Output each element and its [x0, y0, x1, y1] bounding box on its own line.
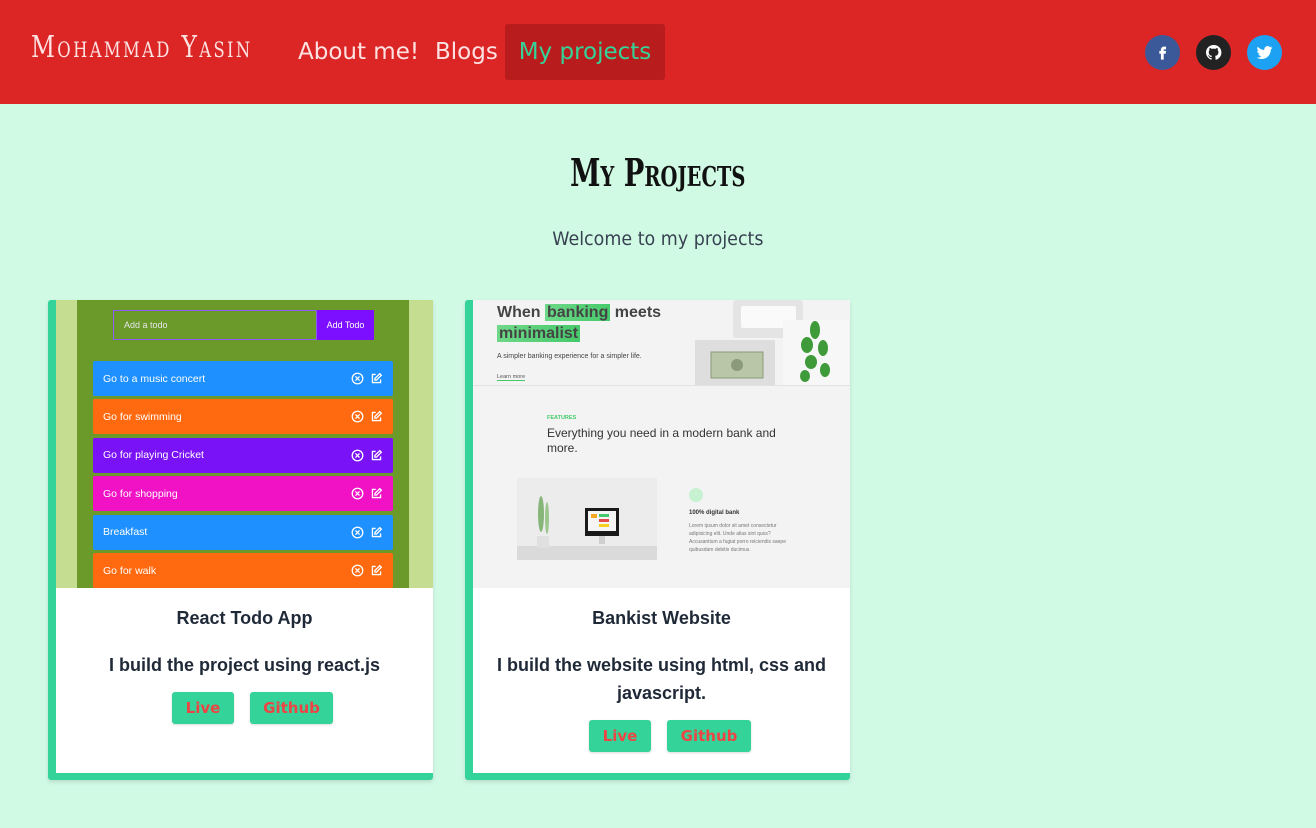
edit-icon [371, 526, 383, 537]
project-title: Bankist Website [592, 608, 731, 628]
project-thumbnail-bankist: When banking meets minimalist A simpler … [473, 300, 850, 588]
delete-icon [351, 487, 364, 500]
project-card-body: Add a todo Add Todo Go to a music concer… [56, 300, 433, 773]
facebook-link[interactable] [1145, 35, 1180, 70]
delete-icon [351, 564, 364, 577]
github-icon [1206, 44, 1222, 60]
edit-icon [371, 449, 383, 461]
live-button[interactable]: Live [589, 720, 651, 752]
edit-icon [371, 564, 383, 576]
todo-item-actions [351, 449, 383, 462]
feature-text: Lorem ipsum dolor sit amet consectetur a… [689, 523, 786, 553]
project-card-bankist: When banking meets minimalist A simpler … [465, 300, 850, 780]
bank-headline: When banking meets minimalist [497, 304, 662, 342]
digital-bank-icon [689, 488, 703, 502]
project-description: I build the project using react.js [108, 655, 381, 675]
delete-icon [351, 372, 364, 385]
features-heading: Everything you need in a modern bank and… [547, 426, 776, 455]
delete-icon [351, 449, 364, 462]
hero-image [695, 300, 849, 386]
live-button[interactable]: Live [172, 692, 234, 724]
todo-item: Breakfast [93, 514, 393, 550]
todo-item-actions [351, 410, 383, 423]
twitter-link[interactable] [1247, 35, 1282, 70]
facebook-icon [1159, 46, 1167, 60]
delete-icon [351, 410, 364, 423]
bank-subtext: A simpler banking experience for a simpl… [497, 353, 642, 360]
todo-item-actions [351, 564, 383, 577]
todo-item: Go for walk [93, 553, 393, 588]
page-subtitle: Welcome to my projects [552, 228, 764, 250]
edit-icon [371, 411, 383, 422]
todo-item-text: Go for playing Cricket [103, 449, 204, 462]
todo-item-actions [351, 372, 383, 385]
nav-about-me[interactable]: About me! [298, 24, 419, 80]
todo-item: Go for playing Cricket [93, 437, 393, 473]
todo-item-text: Breakfast [103, 526, 148, 539]
twitter-icon [1256, 46, 1273, 59]
feature-image [517, 478, 657, 560]
todo-item: Go for shopping [93, 476, 393, 512]
todo-item: Go for swimming [93, 399, 393, 435]
delete-icon [351, 526, 364, 539]
navbar: Mohammad Yasin About me! Blogs My projec… [0, 0, 1316, 104]
edit-icon [371, 487, 383, 499]
page-title: My Projects [570, 150, 746, 195]
github-button[interactable]: Github [667, 720, 751, 752]
todo-item-text: Go for swimming [103, 410, 182, 423]
brand-name[interactable]: Mohammad Yasin [31, 30, 253, 65]
edit-icon [371, 372, 383, 384]
project-title: React Todo App [176, 608, 313, 628]
github-link[interactable] [1196, 35, 1231, 70]
todo-item-text: Go for shopping [103, 487, 178, 500]
project-thumbnail-todo: Add a todo Add Todo Go to a music concer… [56, 300, 433, 588]
todo-app-panel: Add a todo Add Todo Go to a music concer… [77, 300, 409, 588]
features-label: FEATURES [547, 415, 577, 421]
project-card-react-todo: Add a todo Add Todo Go to a music concer… [48, 300, 433, 780]
nav-my-projects[interactable]: My projects [505, 24, 665, 80]
github-button[interactable]: Github [250, 692, 333, 724]
project-description: I build the website using html, css and … [496, 655, 827, 703]
project-card-body: When banking meets minimalist A simpler … [473, 300, 850, 773]
feature-title: 100% digital bank [689, 510, 740, 516]
todo-item-text: Go for walk [103, 564, 157, 577]
todo-item-actions [351, 487, 383, 500]
todo-input: Add a todo [113, 310, 317, 340]
todo-item: Go to a music concert [93, 361, 393, 396]
nav-blogs[interactable]: Blogs [435, 24, 498, 80]
todo-item-actions [351, 526, 383, 539]
section-divider [473, 385, 850, 386]
add-todo-button: Add Todo [317, 310, 374, 340]
todo-item-text: Go to a music concert [103, 372, 206, 385]
bank-learn-more: Learn more [497, 374, 526, 381]
